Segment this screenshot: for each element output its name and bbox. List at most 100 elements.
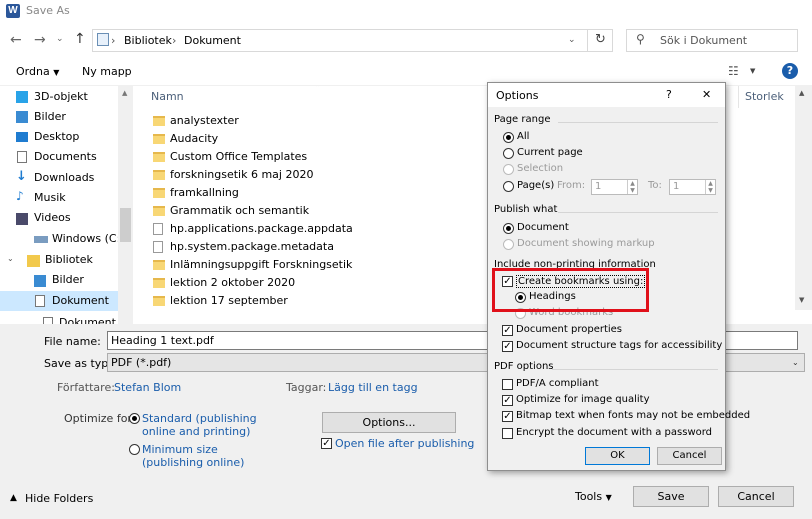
- encrypt-label[interactable]: Encrypt the document with a password: [516, 427, 712, 438]
- page-range-all-label[interactable]: All: [517, 131, 529, 142]
- publish-markup-radio[interactable]: [503, 239, 514, 250]
- breadcrumb-dokument[interactable]: Dokument: [184, 34, 241, 47]
- bitmap-text-checkbox[interactable]: ✓: [502, 411, 513, 422]
- expanded-chevron-icon[interactable]: ⌄: [7, 254, 14, 263]
- open-after-label[interactable]: Open file after publishing: [335, 437, 474, 450]
- sidebar-item-desktop[interactable]: Desktop: [34, 128, 79, 146]
- publish-document-radio[interactable]: [503, 223, 514, 234]
- navigation-scroll-thumb[interactable]: [120, 208, 131, 242]
- options-help-icon[interactable]: ?: [666, 88, 672, 101]
- page-range-pages-label[interactable]: Page(s): [517, 180, 554, 191]
- hide-folders-button[interactable]: Hide Folders: [25, 492, 93, 505]
- spinner-arrows-icon[interactable]: ▲ ▼: [627, 180, 637, 194]
- file-name: lektion 17 september: [170, 294, 288, 307]
- bitmap-text-label[interactable]: Bitmap text when fonts may not be embedd…: [516, 410, 750, 421]
- open-after-checkbox[interactable]: ✓: [321, 438, 332, 449]
- sidebar-item-dokument[interactable]: Dokument: [52, 292, 109, 310]
- view-dropdown-icon[interactable]: ▼: [750, 67, 755, 75]
- list-item[interactable]: forskningsetik 6 maj 2020: [153, 166, 313, 184]
- annotation-highlight-box: [492, 268, 649, 312]
- list-item[interactable]: Inlämningsuppgift Forskningsetik: [153, 256, 352, 274]
- optimize-standard-line2[interactable]: online and printing): [142, 425, 250, 438]
- list-item[interactable]: lektion 17 september: [153, 292, 288, 310]
- page-range-current-radio[interactable]: [503, 148, 514, 159]
- options-cancel-button[interactable]: Cancel: [657, 447, 722, 465]
- document-properties-label[interactable]: Document properties: [516, 324, 622, 335]
- optimize-minimum-line1[interactable]: Minimum size: [142, 443, 218, 456]
- save-button[interactable]: Save: [633, 486, 709, 507]
- sidebar-item-dokument-sub[interactable]: Dokument: [59, 314, 116, 324]
- sidebar-item-windows-c[interactable]: Windows (C:): [52, 230, 125, 248]
- up-arrow-icon[interactable]: ↑: [74, 31, 86, 47]
- sidebar-item-bibliotek[interactable]: Bibliotek: [45, 251, 93, 269]
- list-item[interactable]: hp.system.package.metadata: [153, 238, 334, 256]
- encrypt-checkbox[interactable]: [502, 428, 513, 439]
- navigation-scrollbar[interactable]: [118, 86, 133, 324]
- scroll-up-icon[interactable]: ▲: [799, 89, 804, 97]
- image-quality-label[interactable]: Optimize for image quality: [516, 394, 649, 405]
- structure-tags-label[interactable]: Document structure tags for accessibilit…: [516, 340, 722, 351]
- structure-tags-checkbox[interactable]: ✓: [502, 341, 513, 352]
- file-name: forskningsetik 6 maj 2020: [170, 168, 314, 181]
- file-name: Audacity: [170, 132, 219, 145]
- sidebar-item-3d-objekt[interactable]: 3D-objekt: [34, 88, 88, 106]
- pdfa-label[interactable]: PDF/A compliant: [516, 378, 599, 389]
- scroll-down-icon[interactable]: ▼: [799, 296, 804, 304]
- list-item[interactable]: lektion 2 oktober 2020: [153, 274, 295, 292]
- breadcrumb-bibliotek[interactable]: Bibliotek: [124, 34, 172, 47]
- sidebar-item-bilder-library[interactable]: Bilder: [52, 271, 84, 289]
- close-icon[interactable]: ✕: [702, 88, 711, 101]
- optimize-standard-line1[interactable]: Standard (publishing: [142, 412, 257, 425]
- column-divider: [738, 86, 739, 108]
- chevron-down-icon[interactable]: ⌄: [792, 358, 799, 367]
- file-list-scrollbar[interactable]: [795, 86, 812, 310]
- view-options-icon[interactable]: ☷: [728, 64, 739, 78]
- file-name: Grammatik och semantik: [170, 204, 310, 217]
- refresh-icon[interactable]: ↻: [587, 29, 613, 52]
- recent-locations-icon[interactable]: ⌄: [56, 34, 64, 44]
- sidebar-item-musik[interactable]: Musik: [34, 189, 66, 207]
- optimize-standard-radio[interactable]: [129, 413, 140, 424]
- to-spinner[interactable]: 1 ▲ ▼: [669, 179, 716, 195]
- spinner-arrows-icon[interactable]: ▲ ▼: [705, 180, 715, 194]
- page-range-pages-radio[interactable]: [503, 181, 514, 192]
- back-arrow-icon[interactable]: ←: [10, 32, 22, 48]
- list-item[interactable]: framkallning: [153, 184, 239, 202]
- sidebar-item-documents[interactable]: Documents: [34, 148, 97, 166]
- chevron-up-icon[interactable]: ▲: [10, 493, 17, 503]
- sidebar-item-videos[interactable]: Videos: [34, 209, 71, 227]
- scroll-up-icon[interactable]: ▲: [122, 89, 127, 97]
- column-header-name[interactable]: Namn: [151, 90, 184, 103]
- from-spinner[interactable]: 1 ▲ ▼: [591, 179, 638, 195]
- page-range-current-label[interactable]: Current page: [517, 147, 583, 158]
- list-item[interactable]: Audacity: [153, 130, 218, 148]
- tools-button[interactable]: Tools ▼: [575, 490, 612, 503]
- list-item[interactable]: analystexter: [153, 112, 239, 130]
- options-button[interactable]: Options...: [322, 412, 456, 433]
- options-ok-button[interactable]: OK: [585, 447, 650, 465]
- list-item[interactable]: Grammatik och semantik: [153, 202, 309, 220]
- optimize-minimum-line2[interactable]: (publishing online): [142, 456, 244, 469]
- sidebar-item-bilder[interactable]: Bilder: [34, 108, 66, 126]
- list-item[interactable]: Custom Office Templates: [153, 148, 307, 166]
- author-value[interactable]: Stefan Blom: [114, 381, 181, 394]
- column-header-size[interactable]: Storlek: [745, 90, 784, 103]
- sidebar-item-downloads[interactable]: Downloads: [34, 169, 94, 187]
- chevron-down-icon: ▼: [53, 68, 60, 77]
- pdfa-checkbox[interactable]: [502, 379, 513, 390]
- document-properties-checkbox[interactable]: ✓: [502, 325, 513, 336]
- organize-button[interactable]: Ordna ▼: [16, 65, 59, 78]
- publish-document-label[interactable]: Document: [517, 222, 569, 233]
- page-range-all-radio[interactable]: [503, 132, 514, 143]
- cancel-button[interactable]: Cancel: [718, 486, 794, 507]
- forward-arrow-icon[interactable]: →: [34, 32, 46, 48]
- optimize-minimum-radio[interactable]: [129, 444, 140, 455]
- image-quality-checkbox[interactable]: ✓: [502, 395, 513, 406]
- new-folder-button[interactable]: Ny mapp: [82, 65, 132, 78]
- tags-value[interactable]: Lägg till en tagg: [328, 381, 418, 394]
- address-dropdown-icon[interactable]: ⌄: [568, 35, 576, 45]
- help-icon[interactable]: ?: [782, 63, 798, 79]
- page-range-selection-radio[interactable]: [503, 164, 514, 175]
- downloads-icon: ↓: [16, 169, 27, 184]
- list-item[interactable]: hp.applications.package.appdata: [153, 220, 353, 238]
